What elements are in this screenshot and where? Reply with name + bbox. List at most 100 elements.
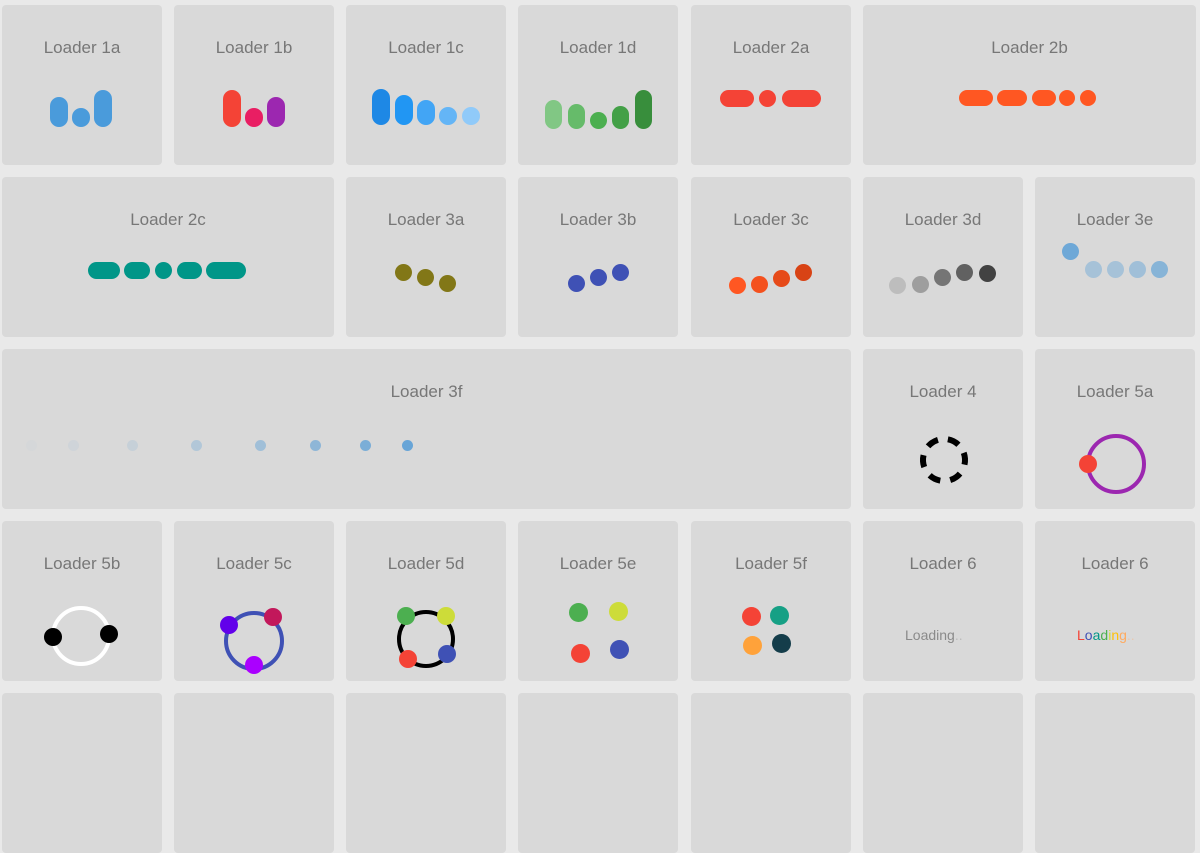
loader-dot — [402, 440, 413, 451]
loading-text: Loading.. — [1077, 627, 1135, 643]
loader-bar — [50, 97, 68, 127]
loader-segment — [1080, 90, 1096, 106]
loading-letter: L — [1077, 627, 1085, 643]
loader-title: Loader 1d — [559, 38, 637, 57]
loader-segment — [177, 262, 202, 279]
loading-dots: .. — [954, 627, 963, 643]
orbit-spinner-icon — [44, 606, 118, 666]
loader-dot — [68, 440, 79, 451]
loader-dot — [255, 440, 266, 451]
loader-title: Loader 5b — [43, 554, 121, 573]
loader-card-4: Loader 4 — [863, 349, 1023, 509]
loader-title: Loader 3a — [387, 210, 465, 229]
loader-dot — [610, 640, 629, 659]
loader-bar — [462, 107, 480, 125]
loader-dot — [1129, 261, 1146, 278]
loader-segment — [720, 90, 754, 107]
loader-bar — [417, 100, 435, 125]
loader-card — [174, 693, 334, 853]
loader-title: Loader 5a — [1076, 382, 1154, 401]
loader-dot — [127, 440, 138, 451]
loader-card-5f: Loader 5f — [691, 521, 851, 681]
loader-bar — [568, 104, 585, 129]
loader-dot — [770, 606, 789, 625]
loader-title: Loader 4 — [909, 382, 977, 401]
loader-card-6a: Loader 6 Loading.. — [863, 521, 1023, 681]
loader-bar — [439, 107, 457, 125]
loading-dots: .. — [1126, 627, 1135, 643]
loader-dot — [751, 276, 768, 293]
loader-dot — [1151, 261, 1168, 278]
loader-dot — [439, 275, 456, 292]
loader-segment — [155, 262, 172, 279]
loader-dot — [912, 276, 929, 293]
loader-dot — [743, 636, 762, 655]
loading-text: Loading.. — [905, 627, 963, 643]
loader-segment — [782, 90, 821, 107]
loader-dot — [571, 644, 590, 663]
loader-bar — [72, 108, 90, 127]
loader-bar — [267, 97, 285, 127]
loader-dot — [956, 264, 973, 281]
loader-title: Loader 3f — [390, 382, 463, 401]
loader-card-5b: Loader 5b — [2, 521, 162, 681]
loader-card-3e: Loader 3e — [1035, 177, 1195, 337]
loader-card — [863, 693, 1023, 853]
loader-dot — [934, 269, 951, 286]
loader-dot — [979, 265, 996, 282]
loader-card-2a: Loader 2a — [691, 5, 851, 165]
loader-segment — [206, 262, 246, 279]
loader-card — [1035, 693, 1195, 853]
loader-title: Loader 5d — [387, 554, 465, 573]
loader-bar — [245, 108, 263, 127]
orbit-spinner-icon — [397, 607, 456, 668]
loader-dot — [1107, 261, 1124, 278]
loader-card-1a: Loader 1a — [2, 5, 162, 165]
loader-bar — [372, 89, 390, 125]
loader-card-5a: Loader 5a — [1035, 349, 1195, 509]
loader-dot — [609, 602, 628, 621]
dashed-spinner-icon — [920, 436, 968, 484]
loader-dot — [26, 440, 37, 451]
loader-card-3a: Loader 3a — [346, 177, 506, 337]
loader-card — [518, 693, 678, 853]
loader-card — [2, 693, 162, 853]
loader-dot — [191, 440, 202, 451]
loader-title: Loader 2b — [991, 38, 1068, 57]
loader-title: Loader 5e — [559, 554, 637, 573]
loader-title: Loader 6 — [909, 554, 977, 573]
orbit-spinner-icon — [1079, 434, 1146, 494]
loader-card-3c: Loader 3c — [691, 177, 851, 337]
loading-letter: g — [1119, 627, 1127, 643]
loader-bar — [223, 90, 241, 127]
loader-card — [691, 693, 851, 853]
loader-title: Loader 2a — [732, 38, 810, 57]
loader-dot — [310, 440, 321, 451]
loader-title: Loader 3c — [733, 210, 809, 229]
loader-dot — [742, 607, 761, 626]
loader-dot — [1062, 243, 1079, 260]
loader-dot — [1085, 261, 1102, 278]
loader-card-2c: Loader 2c — [2, 177, 334, 337]
loader-dot — [569, 603, 588, 622]
loader-title: Loader 3e — [1076, 210, 1154, 229]
loader-dot — [395, 264, 412, 281]
loader-title: Loader 2c — [130, 210, 206, 229]
loader-dot — [360, 440, 371, 451]
loader-dot — [773, 270, 790, 287]
loader-title: Loader 3b — [559, 210, 637, 229]
loader-title: Loader 5f — [735, 554, 807, 573]
loader-card-5c: Loader 5c — [174, 521, 334, 681]
loader-segment — [88, 262, 120, 279]
loading-word: Loading — [905, 627, 955, 643]
loader-dot — [772, 634, 791, 653]
loader-title: Loader 3d — [904, 210, 982, 229]
loader-card-2b: Loader 2b — [863, 5, 1196, 165]
loader-dot — [889, 277, 906, 294]
loader-dot — [612, 264, 629, 281]
loader-dot — [729, 277, 746, 294]
loader-card-5e: Loader 5e — [518, 521, 678, 681]
loader-dot — [590, 269, 607, 286]
loader-dot — [568, 275, 585, 292]
loader-card-1d: Loader 1d — [518, 5, 678, 165]
